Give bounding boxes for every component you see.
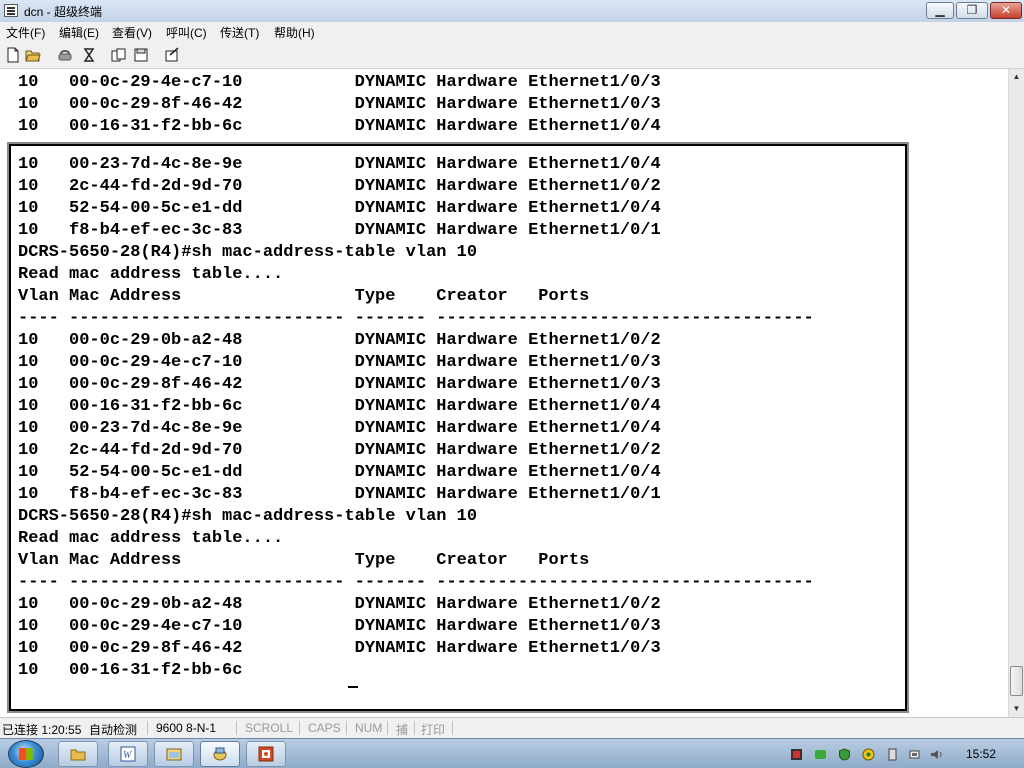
security-tray-icon[interactable]	[862, 748, 875, 761]
scroll-down-icon[interactable]: ▼	[1009, 701, 1024, 717]
status-divider	[414, 721, 415, 735]
status-caps: CAPS	[308, 721, 341, 735]
receive-icon[interactable]	[132, 46, 150, 64]
menu-view[interactable]: 查看(V)	[112, 24, 152, 41]
status-detect: 自动检测	[89, 723, 138, 737]
properties-icon[interactable]	[163, 46, 181, 64]
status-scroll: SCROLL	[245, 721, 294, 735]
toolbar	[0, 41, 1024, 69]
scroll-up-icon[interactable]: ▲	[1009, 69, 1024, 85]
vertical-scrollbar[interactable]: ▲ ▼	[1008, 69, 1024, 717]
window-title: dcn - 超级终端	[24, 5, 103, 19]
word-icon: W	[120, 746, 136, 762]
status-bar: 已连接 1:20:55 自动检测 9600 8-N-1 SCROLL CAPS …	[0, 717, 1024, 738]
status-connection: 已连接 1:20:55	[2, 723, 82, 737]
title-bar[interactable]: dcn - 超级终端 ▁ ❐ ✕	[0, 0, 1024, 23]
taskbar-clock[interactable]: 15:52	[966, 747, 996, 761]
menu-bar: 文件(F) 编辑(E) 查看(V) 呼叫(C) 传送(T) 帮助(H)	[0, 22, 1024, 41]
menu-edit[interactable]: 编辑(E)	[59, 24, 99, 41]
menu-call[interactable]: 呼叫(C)	[166, 24, 207, 41]
taskbar-folder[interactable]	[58, 741, 98, 767]
open-icon[interactable]	[24, 46, 42, 64]
explorer-icon	[166, 748, 182, 761]
powerpoint-icon	[258, 746, 274, 762]
send-icon[interactable]	[110, 46, 128, 64]
menu-transfer[interactable]: 传送(T)	[220, 24, 259, 41]
menu-help[interactable]: 帮助(H)	[274, 24, 315, 41]
terminal-area[interactable]: 10 00-0c-29-4e-c7-10 DYNAMIC Hardware Et…	[0, 69, 1008, 717]
status-port-settings: 9600 8-N-1	[156, 721, 217, 735]
terminal-output-top: 10 00-0c-29-4e-c7-10 DYNAMIC Hardware Et…	[18, 73, 661, 136]
volume-icon[interactable]	[930, 748, 943, 761]
status-capture: 捕	[396, 723, 409, 737]
status-divider	[147, 721, 148, 735]
terminal-output: 10 00-23-7d-4c-8e-9e DYNAMIC Hardware Et…	[18, 155, 814, 680]
menu-file[interactable]: 文件(F)	[6, 24, 45, 41]
status-num: NUM	[355, 721, 383, 735]
folder-icon	[70, 749, 86, 761]
taskbar-hyperterminal[interactable]	[200, 741, 240, 767]
taskbar-explorer[interactable]	[154, 741, 194, 767]
scroll-thumb[interactable]	[1010, 666, 1023, 696]
terminal-inner-window[interactable]: 10 00-23-7d-4c-8e-9e DYNAMIC Hardware Et…	[7, 142, 909, 713]
status-print: 打印	[421, 723, 446, 737]
taskbar: W 15:52	[0, 738, 1024, 768]
status-divider	[452, 721, 453, 735]
network-tray-icon[interactable]	[790, 748, 803, 761]
usb-tray-icon[interactable]	[908, 748, 921, 761]
app-icon[interactable]	[4, 4, 18, 17]
maximize-button[interactable]: ❐	[956, 2, 988, 19]
text-cursor	[348, 686, 358, 688]
new-icon[interactable]	[4, 46, 22, 64]
call-icon[interactable]	[80, 46, 98, 64]
shield-icon[interactable]	[838, 748, 851, 761]
app-tray-icon[interactable]	[814, 748, 827, 761]
device-tray-icon[interactable]	[886, 748, 899, 761]
taskbar-word[interactable]: W	[108, 741, 148, 767]
status-divider	[346, 721, 347, 735]
status-divider	[299, 721, 300, 735]
disconnect-icon[interactable]	[56, 46, 74, 64]
hyperterminal-icon	[213, 747, 227, 761]
minimize-button[interactable]: ▁	[926, 2, 954, 19]
status-divider	[236, 721, 237, 735]
taskbar-powerpoint[interactable]	[246, 741, 286, 767]
close-button[interactable]: ✕	[990, 2, 1022, 19]
windows-start-icon[interactable]	[8, 740, 44, 768]
status-divider	[387, 721, 388, 735]
